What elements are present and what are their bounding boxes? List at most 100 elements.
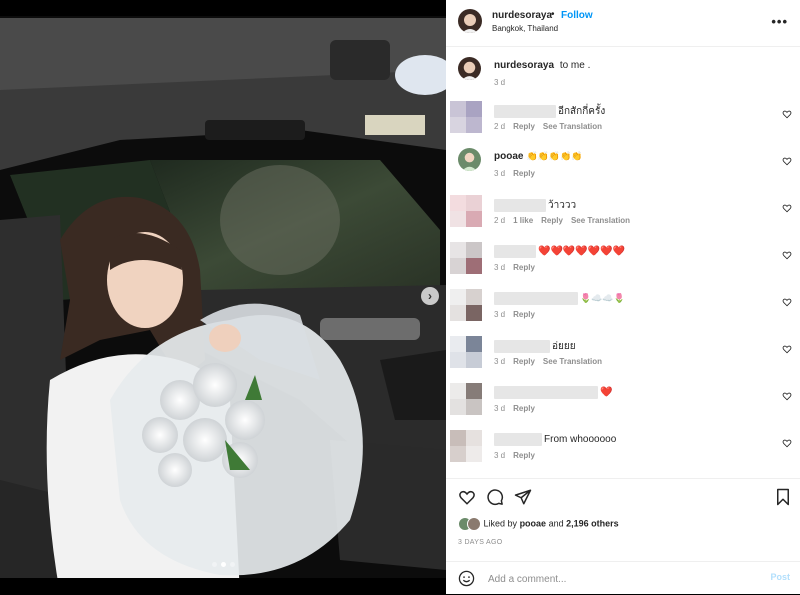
comment-time[interactable]: 3 d — [494, 357, 505, 366]
author-avatar[interactable] — [458, 9, 482, 33]
heart-icon[interactable] — [782, 297, 792, 307]
comment-time[interactable]: 3 d — [494, 451, 505, 460]
comment-time[interactable]: 3 d — [494, 310, 505, 319]
comment-time[interactable]: 3 d — [494, 404, 505, 413]
comment-meta: 3 d Reply See Translation — [494, 357, 610, 366]
comment-row: ❤️ 3 d Reply — [446, 383, 800, 423]
comment-meta: 3 d Reply — [494, 263, 543, 272]
comment-meta: 3 d Reply — [494, 310, 543, 319]
comment-body: 🌷☁️☁️🌷 — [580, 293, 625, 304]
post-actions: Liked by pooae and 2,196 others 3 DAYS A… — [446, 478, 800, 594]
reply-button[interactable]: Reply — [513, 263, 535, 272]
follow-button[interactable]: Follow — [561, 10, 593, 21]
blurred-avatar[interactable] — [450, 430, 482, 462]
reply-button[interactable]: Reply — [513, 357, 535, 366]
caption-body: to me . — [559, 60, 591, 71]
heart-icon[interactable] — [782, 438, 792, 448]
bookmark-icon[interactable] — [774, 488, 792, 506]
reply-button[interactable]: Reply — [513, 451, 535, 460]
heart-icon[interactable] — [782, 344, 792, 354]
commenter-username[interactable]: pooae — [494, 151, 523, 162]
post-comment-button[interactable]: Post — [770, 572, 790, 582]
caption-username[interactable]: nurdesoraya — [494, 60, 554, 71]
liked-others-link[interactable]: 2,196 others — [566, 518, 619, 528]
comments-list[interactable]: nurdesoraya to me . 3 d อีกสักกี่ครั้ง 2… — [446, 47, 800, 477]
post-date[interactable]: 3 DAYS AGO — [458, 539, 503, 546]
comment-body: อ่ยยย — [552, 341, 576, 352]
carousel-dot-active — [220, 562, 226, 567]
author-username[interactable]: nurdesoraya — [492, 10, 552, 21]
comment-text: อ่ยยย — [494, 339, 576, 354]
comment-row: pooae 👏👏👏👏👏 3 d Reply — [446, 148, 800, 188]
comment-time[interactable]: 3 d — [494, 263, 505, 272]
comment-meta: 2 d Reply See Translation — [494, 122, 610, 131]
blurred-username[interactable] — [494, 292, 578, 305]
comment-text: อีกสักกี่ครั้ง — [494, 104, 605, 119]
reply-button[interactable]: Reply — [513, 122, 535, 131]
comment-time[interactable]: 3 d — [494, 169, 505, 178]
comment-time[interactable]: 2 d — [494, 216, 505, 225]
photo-image — [0, 0, 446, 594]
carousel-next-button[interactable]: › — [421, 287, 439, 305]
comment-meta: 3 d Reply — [494, 404, 543, 413]
comment-row: 🌷☁️☁️🌷 3 d Reply — [446, 289, 800, 329]
blurred-avatar[interactable] — [450, 101, 482, 133]
comment-row: อ่ยยย 3 d Reply See Translation — [446, 336, 800, 376]
blurred-avatar[interactable] — [450, 289, 482, 321]
commenter-avatar[interactable] — [458, 148, 481, 171]
heart-icon[interactable] — [782, 156, 792, 166]
chevron-right-icon: › — [428, 289, 432, 303]
heart-icon[interactable] — [782, 203, 792, 213]
smile-icon[interactable] — [458, 570, 475, 587]
heart-icon[interactable] — [782, 250, 792, 260]
reply-button[interactable]: Reply — [541, 216, 563, 225]
comment-likes[interactable]: 1 like — [513, 216, 533, 225]
comment-row: ว้าววว 2 d 1 like Reply See Translation — [446, 195, 800, 235]
heart-icon[interactable] — [782, 391, 792, 401]
comment-body: อีกสักกี่ครั้ง — [558, 106, 606, 117]
comment-body: From whoooooo — [544, 434, 617, 446]
reply-button[interactable]: Reply — [513, 404, 535, 413]
caption-avatar[interactable] — [458, 57, 481, 80]
blurred-username[interactable] — [494, 339, 550, 353]
post-photo[interactable]: › — [0, 0, 446, 594]
carousel-dots — [0, 562, 446, 567]
share-icon[interactable] — [514, 488, 532, 506]
comment-body: ❤️❤️❤️❤️❤️❤️❤️ — [538, 246, 626, 258]
blurred-username[interactable] — [494, 433, 542, 446]
comment-meta: 2 d 1 like Reply See Translation — [494, 216, 638, 225]
caption-meta: 3 d — [494, 78, 513, 87]
post-location[interactable]: Bangkok, Thailand — [492, 24, 558, 33]
comment-meta: 3 d Reply — [494, 451, 543, 460]
comment-icon[interactable] — [486, 488, 504, 506]
liker-avatar — [467, 517, 481, 531]
see-translation-button[interactable]: See Translation — [571, 216, 630, 225]
comment-text: 🌷☁️☁️🌷 — [494, 292, 625, 305]
blurred-username[interactable] — [494, 104, 556, 118]
blurred-username[interactable] — [494, 245, 536, 258]
see-translation-button[interactable]: See Translation — [543, 357, 602, 366]
heart-icon[interactable] — [782, 109, 792, 119]
heart-icon[interactable] — [458, 488, 476, 506]
comment-text: ❤️❤️❤️❤️❤️❤️❤️ — [494, 245, 625, 258]
blurred-username[interactable] — [494, 386, 598, 399]
liked-by-user[interactable]: pooae — [520, 518, 547, 528]
comment-text: ว้าววว — [494, 198, 576, 213]
comment-meta: 3 d Reply — [494, 169, 543, 178]
comment-input[interactable] — [486, 570, 750, 588]
blurred-avatar[interactable] — [450, 383, 482, 415]
blurred-avatar[interactable] — [450, 195, 482, 227]
carousel-dot — [229, 562, 235, 567]
comment-time[interactable]: 2 d — [494, 122, 505, 131]
comment-body: ❤️ — [600, 387, 613, 399]
caption-row: nurdesoraya to me . 3 d — [446, 57, 800, 97]
blurred-avatar[interactable] — [450, 242, 482, 274]
caption-time[interactable]: 3 d — [494, 78, 505, 87]
more-icon[interactable]: ••• — [771, 14, 788, 29]
reply-button[interactable]: Reply — [513, 169, 535, 178]
blurred-avatar[interactable] — [450, 336, 482, 368]
reply-button[interactable]: Reply — [513, 310, 535, 319]
caption-text: nurdesoraya to me . — [494, 60, 590, 71]
see-translation-button[interactable]: See Translation — [543, 122, 602, 131]
blurred-username[interactable] — [494, 198, 546, 212]
